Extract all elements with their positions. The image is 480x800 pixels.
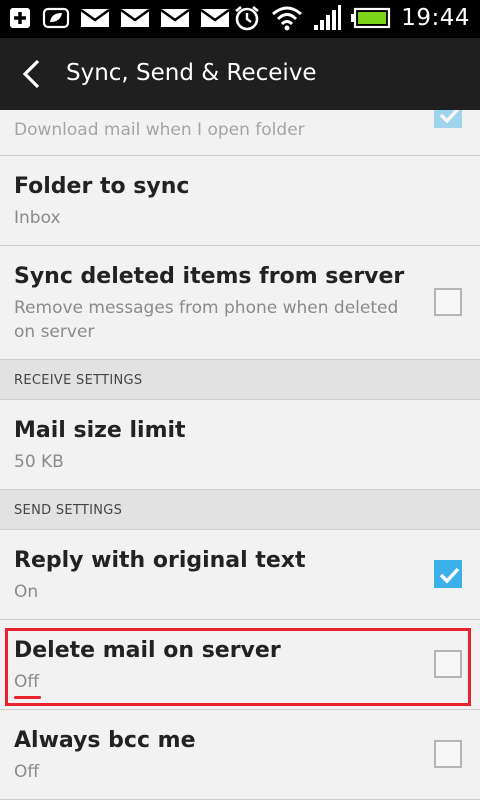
action-bar: Sync, Send & Receive (0, 38, 480, 110)
wifi-icon (272, 6, 303, 31)
download-on-open-checkbox[interactable] (434, 110, 462, 128)
list-item-title: Always bcc me (14, 728, 196, 753)
alarm-icon (235, 5, 260, 31)
mail-icon (160, 8, 190, 27)
back-arrow-icon[interactable] (18, 58, 46, 90)
add-icon (10, 8, 30, 28)
section-header-receive: RECEIVE SETTINGS (0, 360, 480, 400)
list-item-subtitle: Inbox (14, 208, 61, 228)
list-item-title: Folder to sync (14, 174, 190, 199)
clock: 19:44 (401, 5, 470, 31)
list-item-always-bcc[interactable]: Always bcc me Off (0, 710, 480, 800)
sync-deleted-checkbox[interactable] (434, 288, 462, 316)
mail-icon (120, 8, 150, 27)
list-item-reply-original[interactable]: Reply with original text On (0, 530, 480, 620)
section-header-send: SEND SETTINGS (0, 490, 480, 530)
list-item-title: Reply with original text (14, 548, 306, 573)
list-item-title: Mail size limit (14, 418, 186, 443)
leaf-icon (42, 7, 70, 29)
list-item-subtitle: Download mail when I open folder (14, 120, 305, 140)
list-item-subtitle: 50 KB (14, 452, 64, 472)
list-item-download-on-open[interactable]: Download mail when I open folder (0, 110, 480, 156)
system-icons: 19:44 (233, 4, 470, 32)
page-title: Sync, Send & Receive (66, 60, 317, 86)
list-item-folder-to-sync[interactable]: Folder to sync Inbox (0, 156, 480, 246)
battery-icon (351, 7, 391, 29)
highlight-underline (14, 696, 41, 699)
list-item-mail-size-limit[interactable]: Mail size limit 50 KB (0, 400, 480, 490)
mail-icon (200, 8, 230, 27)
reply-original-checkbox[interactable] (434, 560, 462, 588)
notification-icons (8, 6, 230, 30)
list-item-title: Sync deleted items from server (14, 264, 405, 289)
list-item-sync-deleted[interactable]: Sync deleted items from server Remove me… (0, 246, 480, 360)
list-item-subtitle: On (14, 582, 39, 602)
mail-icon (80, 8, 110, 27)
list-item-subtitle: Off (14, 762, 40, 782)
highlight-box (5, 628, 471, 706)
list-item-subtitle: Remove messages from phone when deleted … (14, 298, 399, 342)
status-bar: 19:44 (0, 0, 480, 38)
section-label: SEND SETTINGS (14, 503, 123, 518)
always-bcc-checkbox[interactable] (434, 740, 462, 768)
signal-icon (314, 5, 342, 30)
section-label: RECEIVE SETTINGS (14, 373, 143, 388)
